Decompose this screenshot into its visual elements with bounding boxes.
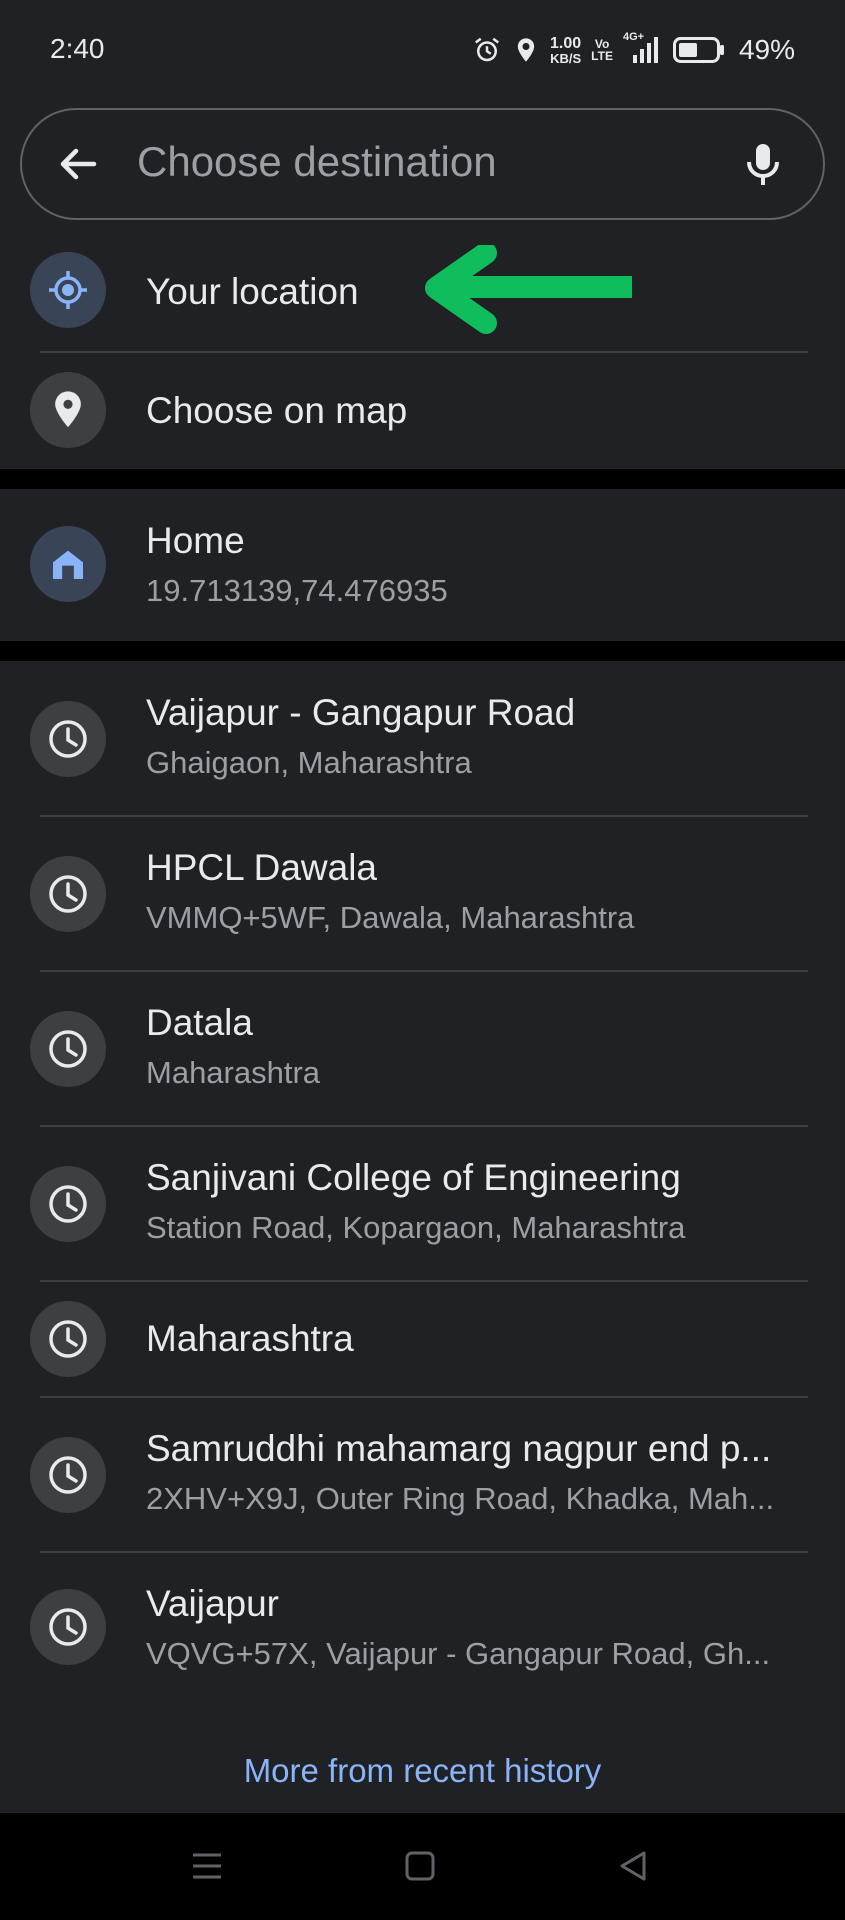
location-icon: [517, 38, 535, 62]
clock-icon-badge: [30, 1301, 106, 1377]
your-location-label: Your location: [146, 271, 359, 312]
history-item-title: Datala: [146, 1002, 253, 1043]
back-triangle-icon[interactable]: [613, 1846, 653, 1886]
choose-on-map-label: Choose on map: [146, 390, 408, 431]
destination-search-bar[interactable]: Choose destination: [20, 108, 825, 220]
history-item-subtitle: Maharashtra: [146, 1055, 321, 1090]
history-item-title: HPCL Dawala: [146, 847, 377, 888]
more-from-recent-history-link[interactable]: More from recent history: [0, 1752, 845, 1790]
history-item[interactable]: Datala Maharashtra: [0, 971, 845, 1126]
clock-icon-badge: [30, 1437, 106, 1513]
clock-icon: [49, 720, 87, 758]
status-icons: 1.00 KB/S Vo LTE 4G+ 49%: [472, 30, 795, 70]
history-item-title: Vaijapur - Gangapur Road: [146, 692, 576, 733]
clock-icon: [49, 875, 87, 913]
home-label: Home: [146, 520, 245, 561]
alarm-icon: [475, 37, 500, 62]
microphone-icon[interactable]: [739, 140, 787, 188]
history-item-subtitle: Station Road, Kopargaon, Maharashtra: [146, 1210, 686, 1245]
clock-icon: [49, 1185, 87, 1223]
history-item[interactable]: Maharashtra: [0, 1281, 845, 1397]
arrow-left-icon[interactable]: [54, 140, 102, 188]
clock-icon: [49, 1030, 87, 1068]
system-navigation-bar: [0, 1813, 845, 1920]
history-item-subtitle: 2XHV+X9J, Outer Ring Road, Khadka, Mah..…: [146, 1481, 775, 1516]
clock-icon-badge: [30, 1011, 106, 1087]
home-icon: [53, 550, 83, 579]
my-location-icon: [49, 271, 87, 309]
search-input[interactable]: Choose destination: [137, 138, 497, 186]
clock-icon-badge: [30, 1166, 106, 1242]
clock-icon-badge: [30, 856, 106, 932]
clock-icon-badge: [30, 1589, 106, 1665]
menu-icon[interactable]: [187, 1846, 227, 1886]
volte-indicator: Vo LTE: [591, 38, 613, 62]
history-item-subtitle: VQVG+57X, Vaijapur - Gangapur Road, Gh..…: [146, 1636, 771, 1671]
clock-icon: [49, 1608, 87, 1646]
history-item[interactable]: Sanjivani College of Engineering Station …: [0, 1126, 845, 1281]
history-item-title: Sanjivani College of Engineering: [146, 1157, 681, 1198]
signal-indicator: 4G+: [623, 31, 663, 65]
battery-percent: 49%: [738, 34, 795, 65]
battery-icon: [672, 37, 724, 63]
history-item-title: Vaijapur: [146, 1583, 280, 1624]
section-separator: [0, 469, 845, 489]
map-pin-icon-badge: [30, 372, 106, 448]
net-speed-value: 1.00: [550, 34, 582, 52]
history-item-subtitle: Ghaigaon, Maharashtra: [146, 745, 472, 780]
clock-icon: [49, 1456, 87, 1494]
volte-bottom: LTE: [591, 49, 613, 63]
history-item[interactable]: Vaijapur - Gangapur Road Ghaigaon, Mahara…: [0, 661, 845, 816]
history-item[interactable]: Samruddhi mahamarg nagpur end p... 2XHV+X…: [0, 1397, 845, 1552]
annotation-arrow-icon: [425, 245, 632, 334]
status-bar: 2:40 1.00 KB/S Vo LTE 4G+ 49%: [0, 0, 845, 100]
net-speed: 1.00 KB/S: [550, 34, 582, 66]
option-choose-on-map[interactable]: Choose on map: [0, 353, 845, 469]
home-icon-badge: [30, 526, 106, 602]
history-item[interactable]: Vaijapur VQVG+57X, Vaijapur - Gangapur Ro…: [0, 1552, 845, 1702]
clock-icon: [49, 1320, 87, 1358]
history-item-title: Samruddhi mahamarg nagpur end p...: [146, 1428, 772, 1469]
signal-icon: [632, 37, 658, 63]
section-separator: [0, 641, 845, 661]
saved-home[interactable]: Home 19.713139,74.476935: [0, 489, 845, 641]
map-pin-icon: [55, 391, 81, 428]
history-item-subtitle: VMMQ+5WF, Dawala, Maharashtra: [146, 900, 635, 935]
history-item[interactable]: HPCL Dawala VMMQ+5WF, Dawala, Maharashtra: [0, 816, 845, 971]
my-location-icon-badge: [30, 252, 106, 328]
home-square-icon[interactable]: [400, 1846, 440, 1886]
clock-icon-badge: [30, 701, 106, 777]
history-item-title: Maharashtra: [146, 1318, 354, 1359]
home-coordinates: 19.713139,74.476935: [146, 573, 448, 608]
net-speed-unit: KB/S: [550, 50, 582, 66]
status-time: 2:40: [50, 33, 105, 64]
